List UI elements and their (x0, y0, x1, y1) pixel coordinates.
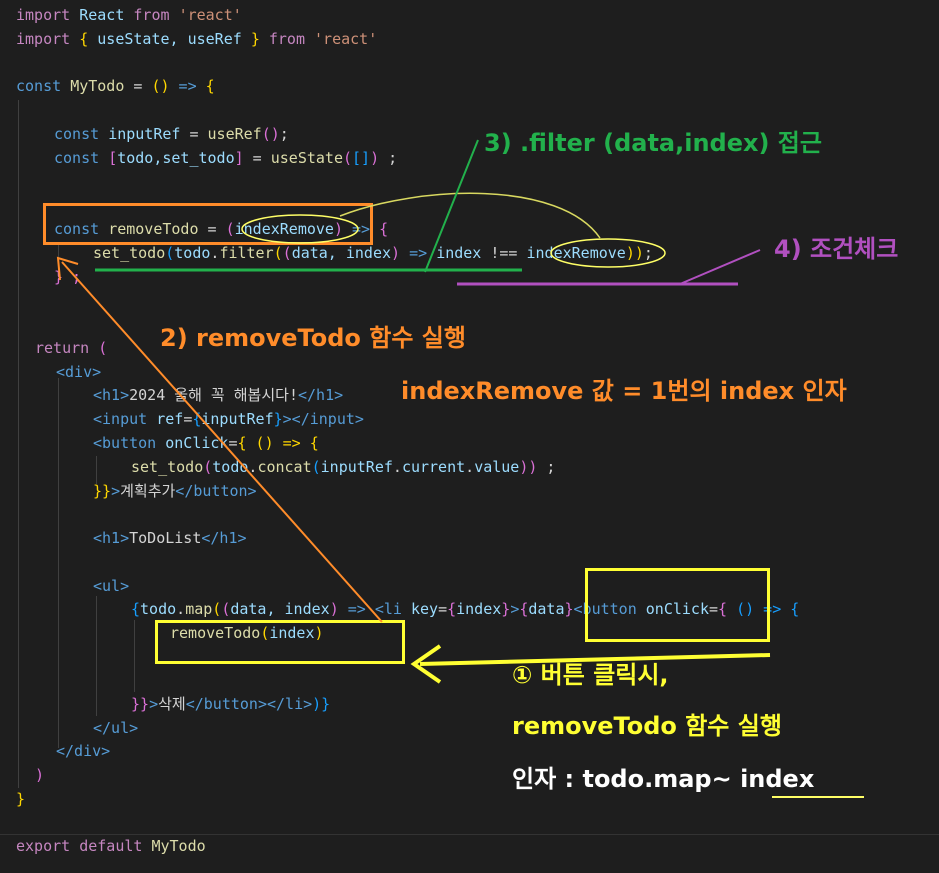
call-to-declaration-arrow (61, 261, 383, 623)
index-value-annotation: indexRemove 값 = 1번의 index 인자 (401, 377, 847, 405)
filter-pointer (424, 139, 479, 273)
index-remove-param-ellipse (241, 214, 359, 244)
argument-index: index (740, 765, 815, 793)
param-link-curve (339, 192, 601, 239)
step2-annotation: 2) removeTodo 함수 실행 (160, 324, 466, 352)
condition-pointer (679, 249, 761, 285)
step1-annotation-line1: ① 버튼 클릭시, (512, 661, 669, 689)
index-remove-usage-ellipse (550, 238, 666, 268)
argument-label: 인자 : todo.map~ (512, 765, 741, 793)
step3-annotation: 3) .filter (data,index) 접근 (484, 129, 822, 157)
step4-annotation: 4) 조건체크 (774, 235, 899, 263)
step1-annotation-line3: 인자 : todo.map~ index (512, 759, 814, 794)
step1-annotation-line2: removeTodo 함수 실행 (512, 712, 782, 740)
